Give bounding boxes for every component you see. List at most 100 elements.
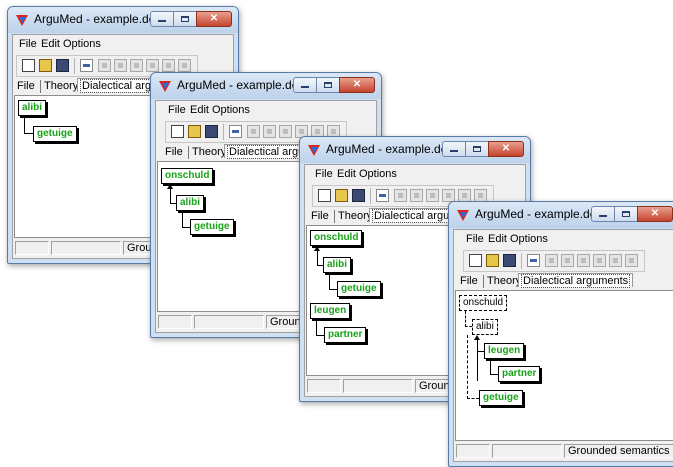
exclamation-tool-icon[interactable] bbox=[247, 125, 260, 138]
save-disk-icon[interactable] bbox=[352, 189, 365, 202]
list-tool-icon[interactable] bbox=[162, 59, 175, 72]
argument-tool-icon[interactable] bbox=[229, 125, 242, 138]
argument-node[interactable]: partner bbox=[498, 366, 541, 382]
tab-file[interactable]: File bbox=[460, 275, 478, 287]
question-tool-icon[interactable] bbox=[561, 254, 574, 267]
layout-tool-icon[interactable] bbox=[178, 59, 191, 72]
tab-dialectical-arguments[interactable]: Dialectical arguments bbox=[518, 273, 634, 288]
support-link bbox=[465, 311, 466, 327]
tab-theory[interactable]: Theory bbox=[44, 80, 78, 92]
argument-canvas[interactable]: onschuld alibi leugen partner getuige bbox=[455, 290, 673, 441]
window-4[interactable]: ArguMed - example.def ✕ File Edit Option… bbox=[448, 201, 673, 467]
open-folder-icon[interactable] bbox=[486, 254, 499, 267]
argument-node[interactable]: partner bbox=[324, 327, 367, 343]
maximize-button[interactable] bbox=[173, 11, 197, 27]
argument-node[interactable]: getuige bbox=[33, 126, 77, 142]
close-button[interactable]: ✕ bbox=[339, 77, 375, 93]
new-file-icon[interactable] bbox=[318, 189, 331, 202]
maximize-button[interactable] bbox=[465, 141, 489, 157]
menu-edit[interactable]: Edit bbox=[488, 233, 507, 245]
argument-node[interactable]: onschuld bbox=[459, 295, 508, 311]
window-titlebar[interactable]: ArguMed - example.def ✕ bbox=[300, 137, 530, 163]
toolbar-separator bbox=[521, 253, 522, 269]
exclamation-tool-icon[interactable] bbox=[394, 189, 407, 202]
close-button[interactable]: ✕ bbox=[637, 206, 673, 222]
status-cell-empty bbox=[194, 315, 264, 329]
window-titlebar[interactable]: ArguMed - example.def ✕ bbox=[151, 73, 381, 99]
tab-theory[interactable]: Theory bbox=[338, 210, 372, 222]
maximize-button[interactable] bbox=[614, 206, 638, 222]
question-tool-icon[interactable] bbox=[263, 125, 276, 138]
menu-options[interactable]: Options bbox=[510, 233, 548, 245]
open-folder-icon[interactable] bbox=[188, 125, 201, 138]
menu-options[interactable]: Options bbox=[212, 104, 250, 116]
open-folder-icon[interactable] bbox=[39, 59, 52, 72]
tab-file[interactable]: File bbox=[17, 80, 35, 92]
argument-node[interactable]: alibi bbox=[472, 319, 498, 335]
close-button[interactable]: ✕ bbox=[488, 141, 524, 157]
tree-tool-icon[interactable] bbox=[426, 189, 439, 202]
tree-tool-icon[interactable] bbox=[130, 59, 143, 72]
argument-node[interactable]: getuige bbox=[479, 390, 523, 406]
argument-node[interactable]: alibi bbox=[323, 257, 352, 273]
argument-tool-icon[interactable] bbox=[527, 254, 540, 267]
layout-tool-icon[interactable] bbox=[625, 254, 638, 267]
exclamation-tool-icon[interactable] bbox=[98, 59, 111, 72]
argument-tool-icon[interactable] bbox=[80, 59, 93, 72]
new-file-icon[interactable] bbox=[22, 59, 35, 72]
argument-node[interactable]: onschuld bbox=[161, 168, 214, 184]
minimize-button[interactable] bbox=[591, 206, 615, 222]
tab-theory[interactable]: Theory bbox=[192, 146, 226, 158]
tree-tool-icon[interactable] bbox=[146, 59, 159, 72]
menu-edit[interactable]: Edit bbox=[41, 38, 60, 50]
minimize-button[interactable] bbox=[442, 141, 466, 157]
menubar: File Edit Options bbox=[13, 35, 233, 53]
argument-node[interactable]: getuige bbox=[190, 219, 234, 235]
toolbar-separator bbox=[74, 58, 75, 74]
menu-file[interactable]: File bbox=[19, 38, 37, 50]
tree-tool-icon[interactable] bbox=[279, 125, 292, 138]
menu-options[interactable]: Options bbox=[359, 168, 397, 180]
minimize-button[interactable] bbox=[293, 77, 317, 93]
menu-file[interactable]: File bbox=[168, 104, 186, 116]
argument-node[interactable]: leugen bbox=[310, 303, 351, 319]
menu-file[interactable]: File bbox=[466, 233, 484, 245]
argument-node[interactable]: getuige bbox=[337, 281, 381, 297]
tab-label: Dialectical arguments bbox=[521, 274, 631, 288]
question-tool-icon[interactable] bbox=[410, 189, 423, 202]
tree-tool-icon[interactable] bbox=[577, 254, 590, 267]
save-disk-icon[interactable] bbox=[503, 254, 516, 267]
argument-tool-icon[interactable] bbox=[376, 189, 389, 202]
argument-node[interactable]: alibi bbox=[18, 100, 47, 116]
new-file-icon[interactable] bbox=[469, 254, 482, 267]
toolbar bbox=[463, 250, 645, 272]
menu-edit[interactable]: Edit bbox=[190, 104, 209, 116]
maximize-button[interactable] bbox=[316, 77, 340, 93]
support-link bbox=[24, 133, 33, 134]
argument-node[interactable]: onschuld bbox=[310, 230, 363, 246]
window-titlebar[interactable]: ArguMed - example.def ✕ bbox=[8, 7, 238, 33]
minimize-button[interactable] bbox=[150, 11, 174, 27]
question-tool-icon[interactable] bbox=[114, 59, 127, 72]
tree-tool-icon[interactable] bbox=[593, 254, 606, 267]
close-button[interactable]: ✕ bbox=[196, 11, 232, 27]
open-folder-icon[interactable] bbox=[335, 189, 348, 202]
argument-node[interactable]: leugen bbox=[484, 343, 525, 359]
menu-edit[interactable]: Edit bbox=[337, 168, 356, 180]
new-file-icon[interactable] bbox=[171, 125, 184, 138]
save-disk-icon[interactable] bbox=[56, 59, 69, 72]
argument-node[interactable]: alibi bbox=[176, 195, 205, 211]
menu-options[interactable]: Options bbox=[63, 38, 101, 50]
list-tool-icon[interactable] bbox=[609, 254, 622, 267]
status-cell-empty bbox=[456, 444, 490, 458]
window-title: ArguMed - example.def bbox=[34, 12, 159, 26]
tab-theory[interactable]: Theory bbox=[487, 275, 521, 287]
menu-file[interactable]: File bbox=[315, 168, 333, 180]
window-titlebar[interactable]: ArguMed - example.def ✕ bbox=[449, 202, 673, 228]
save-disk-icon[interactable] bbox=[205, 125, 218, 138]
tab-file[interactable]: File bbox=[311, 210, 329, 222]
support-link bbox=[170, 188, 171, 204]
status-mode: Grounded semantics mode bbox=[564, 444, 673, 458]
tab-file[interactable]: File bbox=[165, 146, 183, 158]
exclamation-tool-icon[interactable] bbox=[545, 254, 558, 267]
